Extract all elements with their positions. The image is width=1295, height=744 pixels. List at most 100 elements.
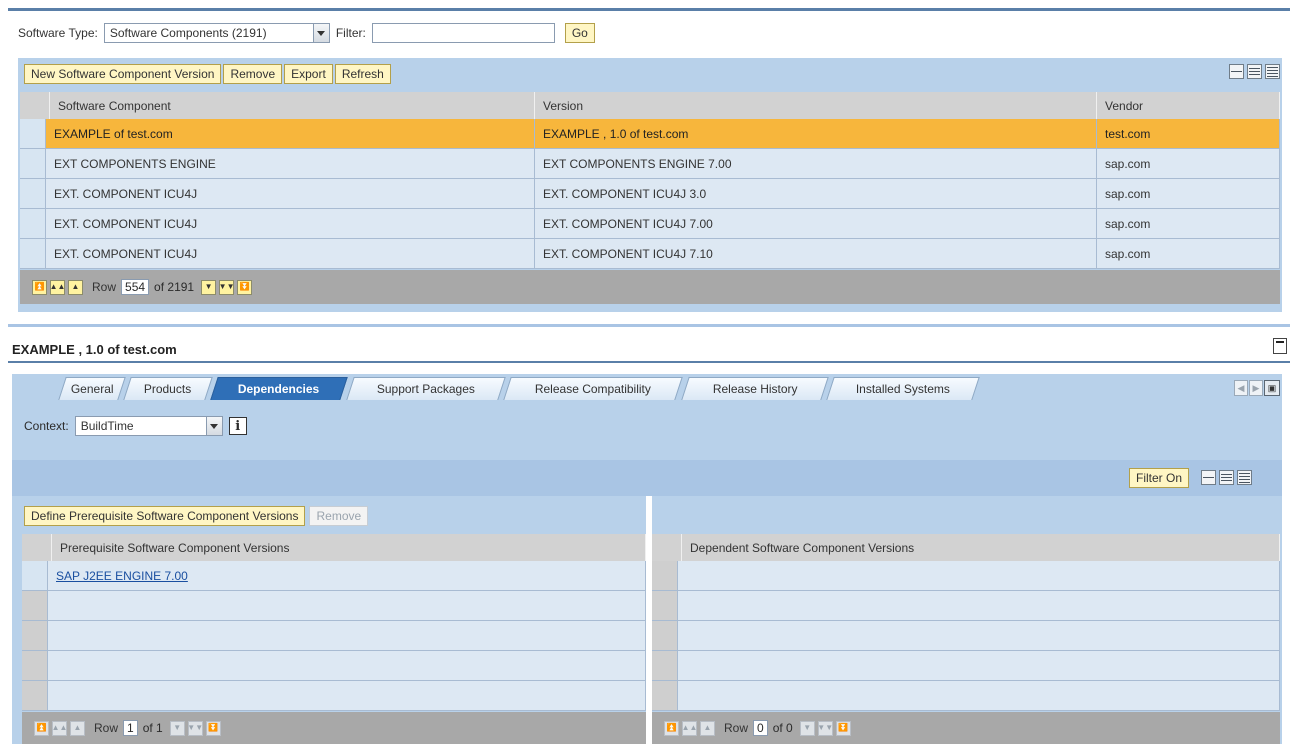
tab-scroll-right-icon[interactable]: ▶ <box>1249 380 1263 396</box>
table-row <box>652 561 1280 591</box>
chevron-down-icon[interactable] <box>205 417 222 435</box>
cell-version: EXAMPLE , 1.0 of test.com <box>535 119 1097 148</box>
table-row <box>652 591 1280 621</box>
view-full-icon[interactable] <box>1237 470 1252 485</box>
tab-support-packages[interactable]: Support Packages <box>346 377 506 400</box>
tab-release-history[interactable]: Release History <box>681 377 829 400</box>
tab-general[interactable]: General <box>58 377 126 400</box>
page-up-icon: ▲▲ <box>682 720 697 736</box>
row-selector[interactable] <box>20 179 46 208</box>
column-header[interactable]: Version <box>535 92 1097 119</box>
table-row[interactable]: EXT COMPONENTS ENGINE EXT COMPONENTS ENG… <box>20 149 1280 179</box>
page-up-icon[interactable]: ▲▲ <box>50 279 65 295</box>
view-full-icon[interactable] <box>1265 64 1280 79</box>
first-page-icon[interactable]: ⏫ <box>32 279 47 295</box>
context-select[interactable]: BuildTime <box>74 416 223 436</box>
remove-button[interactable]: Remove <box>223 64 283 84</box>
remove-prerequisite-button: Remove <box>309 506 369 526</box>
table-row[interactable]: SAP J2EE ENGINE 7.00 <box>22 561 646 591</box>
filter-on-button[interactable]: Filter On <box>1129 468 1190 488</box>
last-page-icon: ⏬ <box>835 720 851 736</box>
tab-release-compatibility[interactable]: Release Compatibility <box>503 377 683 400</box>
row-selector[interactable] <box>22 561 48 590</box>
last-page-icon[interactable]: ⏬ <box>237 279 253 295</box>
table-row[interactable]: EXT. COMPONENT ICU4J EXT. COMPONENT ICU4… <box>20 179 1280 209</box>
context-bar: Context: BuildTime i <box>24 416 247 436</box>
row-selector[interactable] <box>20 209 46 238</box>
table-row[interactable]: EXAMPLE of test.com EXAMPLE , 1.0 of tes… <box>20 119 1280 149</box>
row-selector[interactable] <box>20 239 46 268</box>
column-header[interactable]: Vendor <box>1097 92 1280 119</box>
row-selector <box>652 561 678 590</box>
tab-products[interactable]: Products <box>123 377 213 400</box>
row-up-icon[interactable]: ▲ <box>68 279 83 295</box>
cell-component: EXT COMPONENTS ENGINE <box>46 149 535 178</box>
row-selector <box>652 591 678 620</box>
software-type-label: Software Type: <box>18 26 98 40</box>
cell-version: EXT. COMPONENT ICU4J 7.10 <box>535 239 1097 268</box>
refresh-button[interactable]: Refresh <box>334 64 391 84</box>
select-all-header[interactable] <box>652 534 682 561</box>
table-row[interactable]: EXT. COMPONENT ICU4J EXT. COMPONENT ICU4… <box>20 209 1280 239</box>
section-divider <box>8 324 1290 327</box>
view-compact-icon[interactable] <box>1229 64 1244 79</box>
page-up-icon: ▲▲ <box>52 720 67 736</box>
empty-cell <box>678 651 1280 680</box>
go-button[interactable]: Go <box>564 23 595 43</box>
view-medium-icon[interactable] <box>1247 64 1262 79</box>
table-row <box>22 591 646 621</box>
select-all-header[interactable] <box>22 534 52 561</box>
tab-installed-systems[interactable]: Installed Systems <box>826 377 980 400</box>
software-type-bar: Software Type: Software Components (2191… <box>18 22 595 44</box>
tab-dependencies[interactable]: Dependencies <box>210 377 348 400</box>
cell-vendor: test.com <box>1097 119 1280 148</box>
prerequisite-link[interactable]: SAP J2EE ENGINE 7.00 <box>48 561 646 590</box>
empty-cell <box>48 651 646 680</box>
table-row[interactable]: EXT. COMPONENT ICU4J EXT. COMPONENT ICU4… <box>20 239 1280 269</box>
table-row <box>22 651 646 681</box>
collapse-icon[interactable] <box>1273 338 1287 354</box>
page-down-icon[interactable]: ▼▼ <box>219 279 235 295</box>
tab-list-icon[interactable]: ▣ <box>1264 380 1280 396</box>
prerequisite-toolbar: Define Prerequisite Software Component V… <box>20 502 369 530</box>
column-header[interactable]: Dependent Software Component Versions <box>682 534 1280 561</box>
cell-component: EXT. COMPONENT ICU4J <box>46 179 535 208</box>
row-number-input[interactable]: 0 <box>753 720 768 736</box>
dependent-table-header: Dependent Software Component Versions <box>652 534 1280 561</box>
software-type-select[interactable]: Software Components (2191) <box>103 23 330 43</box>
define-prerequisite-button[interactable]: Define Prerequisite Software Component V… <box>24 506 306 526</box>
context-label: Context: <box>24 419 69 433</box>
tab-scroll-left-icon[interactable]: ◀ <box>1234 380 1248 396</box>
prerequisite-table-header: Prerequisite Software Component Versions <box>22 534 646 561</box>
column-header[interactable]: Software Component <box>50 92 535 119</box>
info-icon[interactable]: i <box>228 417 247 435</box>
cell-version: EXT. COMPONENT ICU4J 3.0 <box>535 179 1097 208</box>
table-row <box>22 621 646 651</box>
row-number-input[interactable]: 554 <box>121 279 150 295</box>
row-number-input[interactable]: 1 <box>123 720 138 736</box>
detail-header-line <box>8 361 1290 363</box>
row-down-icon[interactable]: ▼ <box>201 279 217 295</box>
tab-navigation: ◀ ▶ ▣ <box>1234 380 1280 396</box>
cell-component: EXT. COMPONENT ICU4J <box>46 239 535 268</box>
dependent-pager: ⏫ ▲▲ ▲ Row 0 of 0 ▼ ▼▼ ⏬ <box>652 712 1280 744</box>
chevron-down-icon[interactable] <box>312 24 329 42</box>
row-total: of 0 <box>772 721 793 735</box>
empty-cell <box>48 681 646 710</box>
row-selector[interactable] <box>20 119 46 148</box>
view-medium-icon[interactable] <box>1219 470 1234 485</box>
cell-version: EXT. COMPONENT ICU4J 7.00 <box>535 209 1097 238</box>
components-pager: ⏫ ▲▲ ▲ Row 554 of 2191 ▼ ▼▼ ⏬ <box>20 270 1280 304</box>
column-header[interactable]: Prerequisite Software Component Versions <box>52 534 646 561</box>
row-up-icon: ▲ <box>70 720 85 736</box>
filter-input[interactable] <box>371 23 555 43</box>
page-down-icon: ▼▼ <box>817 720 833 736</box>
new-component-version-button[interactable]: New Software Component Version <box>24 64 222 84</box>
table-row <box>652 651 1280 681</box>
detail-view-switcher <box>1201 470 1252 485</box>
view-compact-icon[interactable] <box>1201 470 1216 485</box>
row-selector[interactable] <box>20 149 46 178</box>
cell-vendor: sap.com <box>1097 239 1280 268</box>
export-button[interactable]: Export <box>284 64 333 84</box>
select-all-header[interactable] <box>20 92 50 119</box>
